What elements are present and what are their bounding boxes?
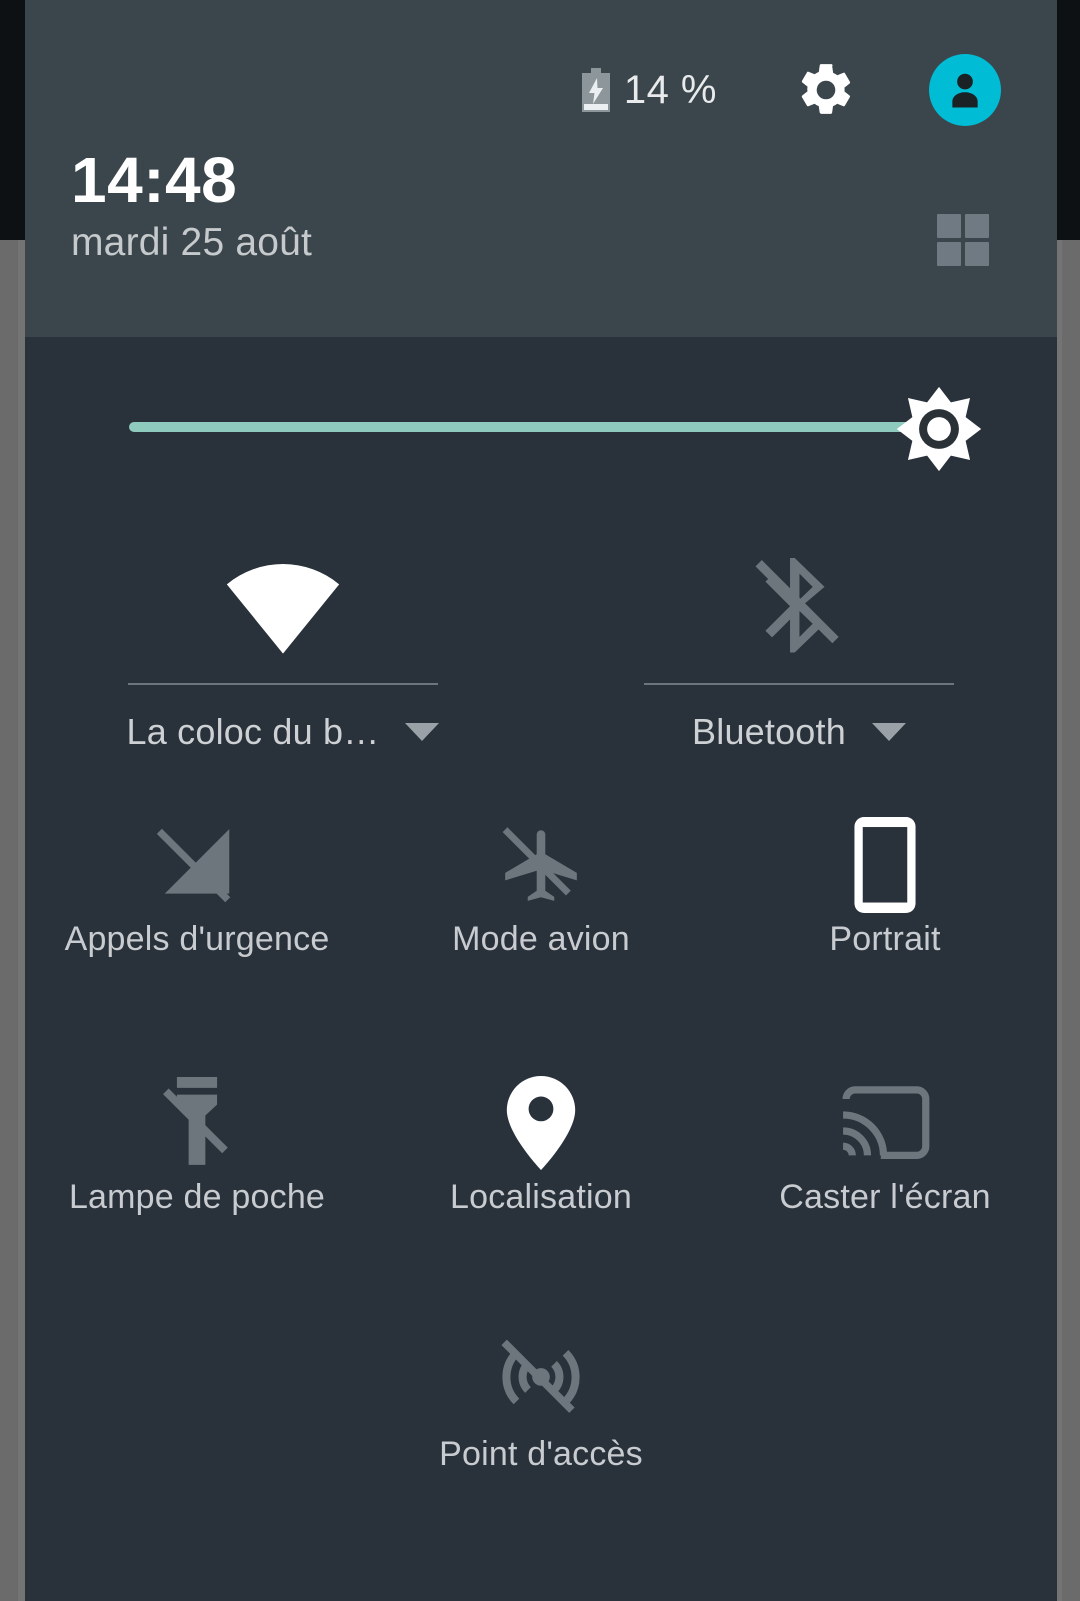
tile-portrait[interactable]: Portrait bbox=[713, 810, 1057, 959]
tile-cast-screen-label: Caster l'écran bbox=[779, 1178, 991, 1216]
brightness-row bbox=[25, 385, 1057, 475]
chevron-down-icon[interactable] bbox=[405, 723, 440, 741]
status-bar-right-edge bbox=[1057, 0, 1080, 240]
wallpaper-left-strip-inner bbox=[18, 240, 25, 1601]
clock-time: 14:48 bbox=[71, 144, 238, 216]
bluetooth-disabled-icon bbox=[755, 558, 839, 653]
tile-row-1: Appels d'urgence Mode avion Portrait bbox=[25, 810, 1057, 959]
grid-expand-icon-cell bbox=[937, 242, 961, 266]
flashlight-off-icon bbox=[163, 1077, 228, 1165]
grid-expand-icon-cell bbox=[965, 242, 989, 266]
settings-button[interactable] bbox=[795, 59, 857, 121]
android-quick-settings-screen: 14 % 14:48 mardi 25 août La coloc du b… … bbox=[0, 0, 1080, 1601]
tile-hotspot-label: Point d'accès bbox=[439, 1435, 643, 1473]
clock-block: 14:48 mardi 25 août bbox=[71, 144, 313, 268]
tile-bluetooth-divider bbox=[644, 683, 954, 685]
brightness-slider[interactable] bbox=[129, 422, 919, 432]
status-row: 14 % bbox=[581, 52, 1001, 128]
battery-percent-label: 14 % bbox=[623, 68, 717, 112]
tile-wifi-icon-wrap bbox=[224, 545, 342, 675]
tile-bluetooth-label: Bluetooth bbox=[692, 711, 846, 752]
grid-expand-icon-cell bbox=[965, 214, 989, 238]
tile-airplane-mode-icon-wrap bbox=[498, 810, 584, 920]
gear-icon bbox=[801, 64, 851, 114]
airplane-off-icon bbox=[502, 827, 577, 901]
tile-row-3: Point d'accès bbox=[25, 1325, 1057, 1474]
brightness-slider-thumb[interactable] bbox=[893, 383, 985, 475]
hotspot-off-icon bbox=[501, 1339, 580, 1413]
tile-portrait-label: Portrait bbox=[829, 920, 941, 958]
chevron-down-icon[interactable] bbox=[871, 723, 906, 741]
tile-location-icon-wrap bbox=[504, 1068, 578, 1178]
battery-charging-icon bbox=[581, 68, 610, 112]
tile-bluetooth-footer[interactable]: Bluetooth bbox=[541, 711, 1057, 753]
expand-quick-settings-button[interactable] bbox=[937, 214, 989, 266]
tile-airplane-mode-label: Mode avion bbox=[452, 920, 630, 958]
user-avatar-button[interactable] bbox=[929, 54, 1001, 126]
tile-row-2: Lampe de poche Localisation Caster l'écr… bbox=[25, 1068, 1057, 1217]
tile-flashlight[interactable]: Lampe de poche bbox=[25, 1068, 369, 1217]
tile-emergency-calls[interactable]: Appels d'urgence bbox=[25, 810, 369, 959]
battery-status: 14 % bbox=[581, 68, 717, 112]
clock-date: mardi 25 août bbox=[71, 221, 313, 265]
tile-airplane-mode[interactable]: Mode avion bbox=[369, 810, 713, 959]
tile-portrait-icon-wrap bbox=[854, 810, 916, 920]
cast-screen-icon bbox=[842, 1086, 930, 1159]
tile-cast-screen-icon-wrap bbox=[839, 1068, 931, 1178]
tile-wifi-divider bbox=[128, 683, 438, 685]
user-avatar-icon bbox=[952, 73, 978, 108]
tile-flashlight-icon-wrap bbox=[161, 1068, 233, 1178]
tile-location[interactable]: Localisation bbox=[369, 1068, 713, 1217]
tile-hotspot-icon-wrap bbox=[495, 1325, 587, 1435]
location-pin-icon bbox=[506, 1076, 576, 1170]
tile-bluetooth-icon-wrap bbox=[755, 545, 843, 675]
tile-cast-screen[interactable]: Caster l'écran bbox=[713, 1068, 1057, 1217]
tile-flashlight-label: Lampe de poche bbox=[68, 1178, 326, 1216]
quick-settings-shade: 14 % 14:48 mardi 25 août La coloc du b… … bbox=[25, 0, 1057, 1601]
tile-hotspot[interactable]: Point d'accès bbox=[25, 1325, 1057, 1474]
tile-emergency-calls-icon-wrap bbox=[154, 810, 240, 920]
screen-rotation-portrait-icon bbox=[854, 817, 916, 913]
tile-wifi-label: La coloc du b… bbox=[126, 711, 380, 752]
signal-off-icon bbox=[156, 828, 231, 903]
tile-wifi-footer[interactable]: La coloc du b… bbox=[25, 711, 541, 753]
status-bar-left-edge bbox=[0, 0, 25, 240]
tile-wifi[interactable]: La coloc du b… bbox=[25, 545, 541, 753]
dual-tile-row: La coloc du b… Bluetooth bbox=[25, 545, 1057, 753]
tile-location-label: Localisation bbox=[450, 1178, 632, 1216]
tile-bluetooth[interactable]: Bluetooth bbox=[541, 545, 1057, 753]
brightness-sun-icon bbox=[896, 386, 982, 472]
wifi-icon bbox=[226, 564, 340, 654]
grid-expand-icon-cell bbox=[937, 214, 961, 238]
tile-emergency-calls-label: Appels d'urgence bbox=[64, 920, 330, 958]
